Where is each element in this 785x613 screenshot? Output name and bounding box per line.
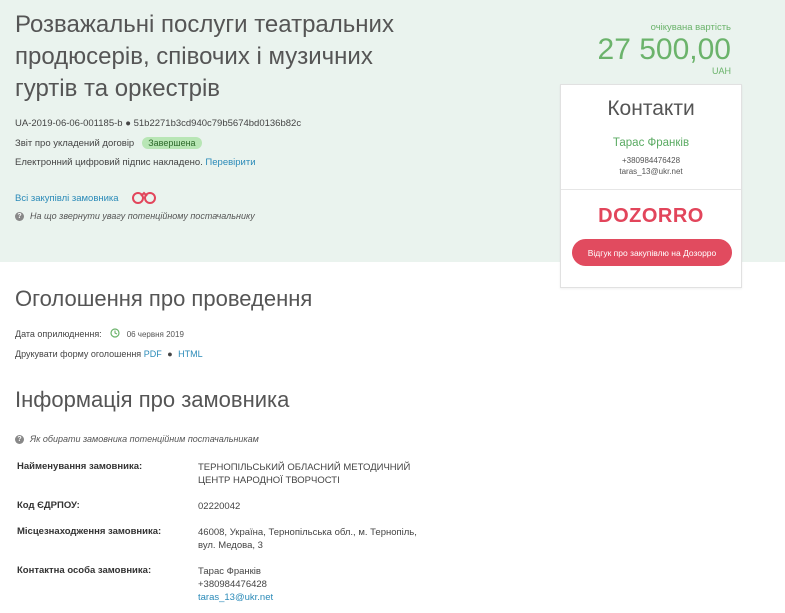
all-purchases-link[interactable]: Всі закупівлі замовника xyxy=(15,190,157,207)
expected-value-amount: 27 500,00 xyxy=(597,33,731,66)
report-row: Звіт про укладений договір Завершена xyxy=(15,137,202,149)
html-link[interactable]: HTML xyxy=(178,349,203,359)
customer-name-value: ТЕРНОПІЛЬСЬКИЙ ОБЛАСНИЙ МЕТОДИЧНИЙ ЦЕНТР… xyxy=(198,461,438,487)
report-label: Звіт про укладений договір xyxy=(15,137,135,149)
tender-id-value: UA-2019-06-06-001185-b xyxy=(15,118,123,129)
value-line: 46008, Україна, Тернопільська обл., м. Т… xyxy=(198,527,417,538)
value-line: 02220042 xyxy=(198,501,241,512)
question-icon: ? xyxy=(15,211,24,221)
contacts-card: Контакти Тарас Франків +380984476428 tar… xyxy=(560,84,742,288)
page-title: Розважальні послуги театральних продюсер… xyxy=(15,11,394,102)
dozorro-review-button[interactable]: Відгук про закупівлю на Дозорро xyxy=(572,239,732,266)
dozorro-logo: DOZORRO xyxy=(598,205,704,227)
signature-row: Електронний цифровий підпис накладено. П… xyxy=(15,157,256,168)
customer-info-title: Інформація про замовника xyxy=(15,387,290,412)
publish-date: 06 червня 2019 xyxy=(126,329,184,339)
value-line: вул. Медова, 3 xyxy=(198,540,263,551)
separator-dot: ● xyxy=(125,118,134,129)
tender-id: UA-2019-06-06-001185-b ● 51b2271b3cd940c… xyxy=(15,118,301,129)
contact-person-value: Тарас Франків +380984476428 taras_13@ukr… xyxy=(198,565,438,604)
publish-label: Дата оприлюднення: xyxy=(15,329,102,339)
edrpou-label: Код ЄДРПОУ: xyxy=(17,500,80,511)
print-label: Друкувати форму оголошення xyxy=(15,349,142,359)
announcement-title: Оголошення про проведення xyxy=(15,286,313,311)
customer-location-value: 46008, Україна, Тернопільська обл., м. Т… xyxy=(198,526,438,552)
contacts-title: Контакти xyxy=(607,97,695,120)
attention-notice-text: На що звернути увагу потенційному постач… xyxy=(30,211,255,221)
contact-email-link[interactable]: taras_13@ukr.net xyxy=(198,591,438,604)
value-line: ЦЕНТР НАРОДНОЇ ТВОРЧОСТІ xyxy=(198,475,340,486)
all-purchases-label: Всі закупівлі замовника xyxy=(15,193,119,204)
value-line: +380984476428 xyxy=(198,579,267,590)
status-badge: Завершена xyxy=(142,137,202,149)
tender-hash: 51b2271b3cd940c79b5674bd0136b82c xyxy=(133,118,302,129)
value-line: ТЕРНОПІЛЬСЬКИЙ ОБЛАСНИЙ МЕТОДИЧНИЙ xyxy=(198,462,411,473)
pdf-link[interactable]: PDF xyxy=(144,349,162,359)
contact-person-label: Контактна особа замовника: xyxy=(17,565,152,576)
card-divider xyxy=(561,189,741,190)
contact-email: taras_13@ukr.net xyxy=(619,167,683,176)
edrpou-value: 02220042 xyxy=(198,500,438,513)
binoculars-icon[interactable] xyxy=(131,190,157,207)
signature-text: Електронний цифровий підпис накладено. xyxy=(15,157,203,168)
customer-name-label: Найменування замовника: xyxy=(17,461,143,472)
publish-date-row: Дата оприлюднення: 06 червня 2019 xyxy=(15,328,184,340)
contact-phone: +380984476428 xyxy=(621,156,681,165)
customer-notice-link[interactable]: ? Як обирати замовника потенційним поста… xyxy=(15,434,259,444)
separator-dot: ● xyxy=(167,349,173,359)
clock-icon xyxy=(110,328,120,340)
print-form-row: Друкувати форму оголошення PDF ● HTML xyxy=(15,349,203,359)
question-icon: ? xyxy=(15,434,24,444)
expected-value-label: очікувана вартість xyxy=(650,22,731,33)
customer-location-label: Місцезнаходження замовника: xyxy=(17,526,162,537)
contact-name: Тарас Франків xyxy=(612,137,690,149)
attention-notice-link[interactable]: ? На що звернути увагу потенційному пост… xyxy=(15,211,255,221)
expected-value-currency: UAH xyxy=(711,66,731,76)
verify-link[interactable]: Перевірити xyxy=(205,157,255,168)
value-line: Тарас Франків xyxy=(198,566,261,577)
customer-notice-text: Як обирати замовника потенційним постача… xyxy=(30,434,259,444)
